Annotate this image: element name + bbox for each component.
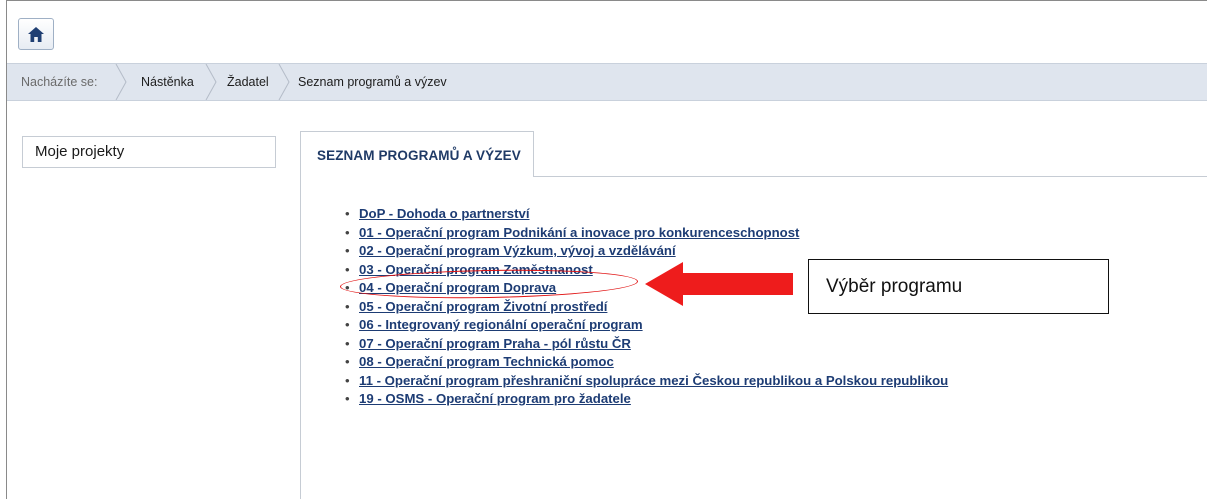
bullet: •	[345, 335, 350, 351]
list-item: • 08 - Operační program Technická pomoc	[345, 353, 948, 372]
list-item: • 19 - OSMS - Operační program pro žadate…	[345, 390, 948, 409]
bullet: •	[345, 372, 350, 388]
breadcrumb-separator-icon	[278, 64, 290, 100]
list-item: • 07 - Operační program Praha - pól růstu…	[345, 335, 948, 354]
program-link[interactable]: 07 - Operační program Praha - pól růstu …	[359, 336, 631, 351]
home-button[interactable]	[18, 18, 54, 50]
callout-text: Výběr programu	[826, 276, 963, 297]
breadcrumb-separator-icon	[205, 64, 217, 100]
program-link[interactable]: 19 - OSMS - Operační program pro žadatel…	[359, 391, 631, 406]
breadcrumb-lead: Nacházíte se:	[21, 75, 98, 89]
bullet: •	[345, 298, 350, 314]
list-item: • 11 - Operační program přeshraniční spol…	[345, 372, 948, 391]
sidebar-item-moje-projekty[interactable]: Moje projekty	[22, 136, 276, 168]
program-link[interactable]: 02 - Operační program Výzkum, vývoj a vz…	[359, 243, 676, 258]
tab-label: SEZNAM PROGRAMŮ A VÝZEV	[317, 148, 521, 163]
breadcrumb-item-zadatel[interactable]: Žadatel	[227, 64, 269, 100]
callout-box: Výběr programu	[808, 259, 1109, 314]
list-item: • DoP - Dohoda o partnerství	[345, 205, 948, 224]
program-link[interactable]: 01 - Operační program Podnikání a inovac…	[359, 225, 799, 240]
home-icon	[28, 26, 44, 42]
bullet: •	[345, 243, 350, 258]
breadcrumb: Nacházíte se: Nástěnka Žadatel Seznam pr…	[7, 63, 1207, 101]
program-link[interactable]: 05 - Operační program Životní prostředí	[359, 299, 607, 314]
bullet: •	[345, 317, 350, 332]
tab-seznam-programu[interactable]: SEZNAM PROGRAMŮ A VÝZEV	[300, 131, 534, 177]
list-item: • 06 - Integrovaný regionální operační pr…	[345, 316, 948, 335]
bullet: •	[345, 224, 350, 240]
breadcrumb-item-nastenka[interactable]: Nástěnka	[141, 64, 194, 100]
breadcrumb-item-current: Seznam programů a výzev	[298, 75, 447, 89]
bullet: •	[345, 261, 350, 277]
sidebar-item-label: Moje projekty	[35, 143, 125, 160]
list-item: • 02 - Operační program Výzkum, vývoj a v…	[345, 242, 948, 261]
top-bar	[7, 1, 1207, 61]
program-link[interactable]: 06 - Integrovaný regionální operační pro…	[359, 317, 643, 332]
program-link[interactable]: DoP - Dohoda o partnerství	[359, 206, 529, 221]
list-item: • 01 - Operační program Podnikání a inova…	[345, 224, 948, 243]
bullet: •	[345, 354, 350, 369]
program-link[interactable]: 11 - Operační program přeshraniční spolu…	[359, 373, 948, 388]
arrow-left-icon	[645, 262, 793, 306]
breadcrumb-separator-icon	[115, 64, 127, 100]
program-link[interactable]: 08 - Operační program Technická pomoc	[359, 354, 614, 369]
bullet: •	[345, 391, 350, 406]
bullet: •	[345, 206, 350, 221]
